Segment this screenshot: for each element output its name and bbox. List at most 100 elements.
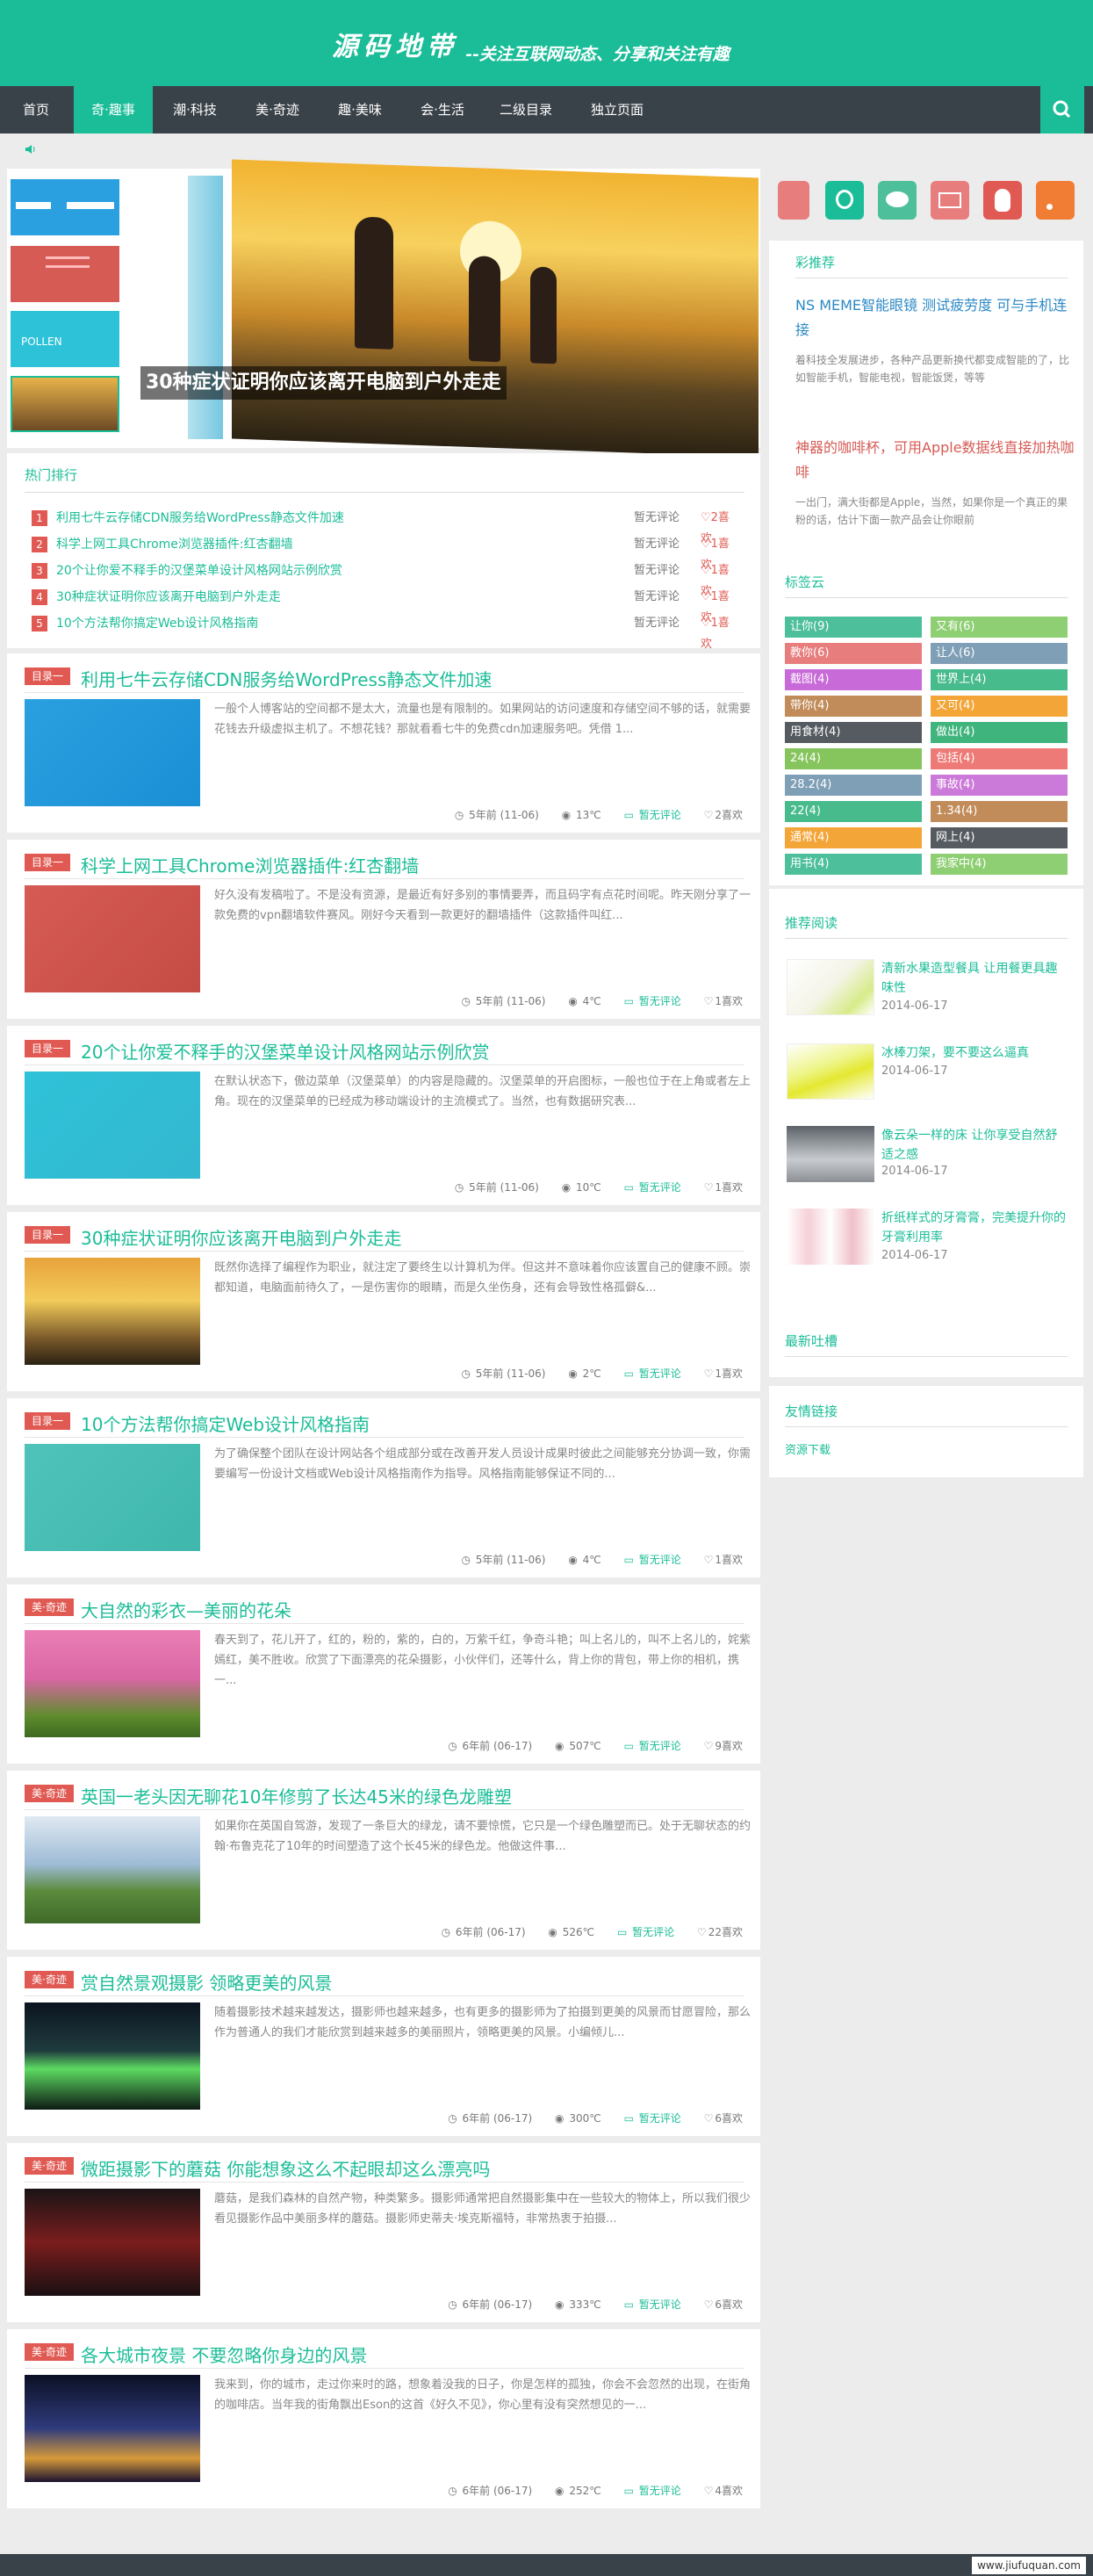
post-category-badge[interactable]: 目录一 [25, 1040, 71, 1057]
post-thumbnail[interactable] [25, 1816, 200, 1923]
heart-icon[interactable]: ♡ [704, 2112, 714, 2125]
post-card[interactable]: 美·奇迹 微距摄影下的蘑菇 你能想象这么不起眼却这么漂亮吗 蘑菇，是我们森林的自… [7, 2143, 760, 2322]
nav-item-erjimulu[interactable]: 二级目录 [485, 86, 567, 133]
site-logo[interactable]: 源码地带 [332, 25, 458, 63]
hot-item-title[interactable]: 20个让你爱不释手的汉堡菜单设计风格网站示例欣赏 [56, 560, 342, 581]
post-category-badge[interactable]: 美·奇迹 [25, 1785, 74, 1802]
post-card[interactable]: 目录一 30种症状证明你应该离开电脑到户外走走 既然你选择了编程作为职业，就注定… [7, 1212, 760, 1391]
rec-thumb[interactable] [787, 1209, 874, 1265]
nav-item-huishenghuo[interactable]: 会·生活 [402, 86, 483, 133]
post-category-badge[interactable]: 目录一 [25, 854, 71, 871]
tag-cloud-item[interactable]: 世界上(4) [931, 669, 1068, 690]
post-category-badge[interactable]: 美·奇迹 [25, 2157, 74, 2175]
heart-icon[interactable]: ♡ [704, 2485, 714, 2497]
tencent-weibo-icon[interactable] [825, 181, 864, 220]
nav-item-chaokeji[interactable]: 潮·科技 [155, 86, 235, 133]
heart-icon[interactable]: ♡ [704, 1740, 714, 1752]
tag-cloud-item[interactable]: 带你(4) [785, 696, 922, 717]
tag-cloud-item[interactable]: 做出(4) [931, 722, 1068, 743]
wechat-icon[interactable] [878, 181, 917, 220]
post-title[interactable]: 10个方法帮你搞定Web设计风格指南 [81, 1411, 370, 1436]
tag-cloud-item[interactable]: 又可(4) [931, 696, 1068, 717]
tag-cloud-item[interactable]: 又有(6) [931, 617, 1068, 638]
hot-item-title[interactable]: 10个方法帮你搞定Web设计风格指南 [56, 613, 258, 634]
post-title[interactable]: 科学上网工具Chrome浏览器插件:红杏翻墙 [81, 852, 419, 877]
rec-item-title[interactable]: 像云朵一样的床 让你享受自然舒适之感 [881, 1126, 1069, 1165]
post-title[interactable]: 赏自然景观摄影 领略更美的风景 [81, 1969, 332, 1995]
post-thumbnail[interactable] [25, 1630, 200, 1737]
post-thumbnail[interactable] [25, 2189, 200, 2296]
post-thumbnail[interactable] [25, 885, 200, 992]
post-title[interactable]: 30种症状证明你应该离开电脑到户外走走 [81, 1224, 401, 1250]
slider-thumb-hikers[interactable] [11, 376, 119, 432]
post-category-badge[interactable]: 美·奇迹 [25, 1598, 74, 1616]
rec-thumb[interactable] [787, 959, 874, 1015]
mail-icon[interactable] [931, 181, 969, 220]
post-comments[interactable]: 暂无评论 [632, 1926, 674, 1938]
tag-cloud-item[interactable]: 截图(4) [785, 669, 922, 690]
post-card[interactable]: 美·奇迹 英国一老头因无聊花10年修剪了长达45米的绿色龙雕塑 如果你在英国自驾… [7, 1771, 760, 1950]
nav-item-home[interactable]: 首页 [0, 86, 72, 133]
heart-icon[interactable]: ♡ [704, 1554, 714, 1566]
hot-item[interactable]: 5 10个方法帮你搞定Web设计风格指南 暂无评论 ♡1喜欢 [32, 613, 734, 651]
hot-item-title[interactable]: 30种症状证明你应该离开电脑到户外走走 [56, 587, 281, 608]
post-comments[interactable]: 暂无评论 [639, 1367, 681, 1380]
post-comments[interactable]: 暂无评论 [639, 1181, 681, 1194]
heart-icon[interactable]: ♡ [704, 995, 714, 1007]
hot-item[interactable]: 3 20个让你爱不释手的汉堡菜单设计风格网站示例欣赏 暂无评论 ♡1喜欢 [32, 560, 734, 598]
post-card[interactable]: 目录一 20个让你爱不释手的汉堡菜单设计风格网站示例欣赏 在默认状态下，傲边菜单… [7, 1026, 760, 1205]
search-button[interactable] [1040, 86, 1084, 133]
hot-item[interactable]: 2 科学上网工具Chrome浏览器插件:红杏翻墙 暂无评论 ♡1喜欢 [32, 534, 734, 572]
news-item-title[interactable]: NS MEME智能眼镜 测试疲劳度 可与手机连接 [795, 293, 1075, 343]
heart-icon[interactable]: ♡ [704, 809, 714, 821]
tag-cloud-item[interactable]: 教你(6) [785, 643, 922, 664]
post-thumbnail[interactable] [25, 1444, 200, 1551]
tag-cloud-item[interactable]: 让人(6) [931, 643, 1068, 664]
news-item-title[interactable]: 神器的咖啡杯，可用Apple数据线直接加热咖啡 [795, 436, 1075, 485]
tag-cloud-item[interactable]: 24(4) [785, 748, 922, 769]
post-category-badge[interactable]: 美·奇迹 [25, 2343, 74, 2361]
post-card[interactable]: 目录一 科学上网工具Chrome浏览器插件:红杏翻墙 好久没有发稿啦了。不是没有… [7, 840, 760, 1019]
post-card[interactable]: 美·奇迹 赏自然景观摄影 领略更美的风景 随着摄影技术越来越发达，摄影师也越来越… [7, 1957, 760, 2136]
post-category-badge[interactable]: 目录一 [25, 667, 71, 685]
tag-cloud-item[interactable]: 28.2(4) [785, 775, 922, 796]
qq-icon[interactable] [983, 181, 1022, 220]
heart-icon[interactable]: ♡ [704, 1181, 714, 1194]
post-thumbnail[interactable] [25, 699, 200, 806]
post-title[interactable]: 大自然的彩衣—美丽的花朵 [81, 1597, 291, 1622]
tag-cloud-item[interactable]: 包括(4) [931, 748, 1068, 769]
post-comments[interactable]: 暂无评论 [639, 995, 681, 1007]
rec-item-title[interactable]: 清新水果造型餐具 让用餐更具趣味性 [881, 959, 1069, 998]
post-title[interactable]: 英国一老头因无聊花10年修剪了长达45米的绿色龙雕塑 [81, 1783, 512, 1808]
slider-main-image[interactable] [232, 159, 759, 458]
post-thumbnail[interactable] [25, 1072, 200, 1179]
heart-icon[interactable]: ♡ [704, 2298, 714, 2311]
post-comments[interactable]: 暂无评论 [639, 1740, 681, 1752]
hot-item-title[interactable]: 利用七牛云存储CDN服务给WordPress静态文件加速 [56, 508, 344, 529]
post-title[interactable]: 各大城市夜景 不要忽略你身边的风景 [81, 2341, 367, 2367]
tag-cloud-item[interactable]: 网上(4) [931, 827, 1068, 848]
post-card[interactable]: 目录一 利用七牛云存储CDN服务给WordPress静态文件加速 一般个人博客站… [7, 653, 760, 833]
tag-cloud-item[interactable]: 让你(9) [785, 617, 922, 638]
post-thumbnail[interactable] [25, 1258, 200, 1365]
friend-link[interactable]: 资源下载 [785, 1440, 831, 1457]
tag-cloud-item[interactable]: 用书(4) [785, 854, 922, 875]
post-thumbnail[interactable] [25, 2002, 200, 2110]
post-title[interactable]: 利用七牛云存储CDN服务给WordPress静态文件加速 [81, 666, 492, 691]
post-card[interactable]: 美·奇迹 各大城市夜景 不要忽略你身边的风景 我来到，你的城市，走过你来时的路，… [7, 2329, 760, 2508]
hot-item-title[interactable]: 科学上网工具Chrome浏览器插件:红杏翻墙 [56, 534, 293, 555]
nav-item-dulimianye[interactable]: 独立页面 [569, 86, 665, 133]
slider-thumb-chrome[interactable] [11, 246, 119, 302]
post-title[interactable]: 20个让你爱不释手的汉堡菜单设计风格网站示例欣赏 [81, 1038, 489, 1064]
tag-cloud-item[interactable]: 22(4) [785, 801, 922, 822]
rec-item-title[interactable]: 折纸样式的牙膏膏，完美提升你的牙膏利用率 [881, 1209, 1069, 1247]
weibo-icon[interactable] [778, 181, 809, 220]
rec-thumb[interactable] [787, 1126, 874, 1182]
slider-caption[interactable]: 30种症状证明你应该离开电脑到户外走走 [140, 366, 507, 400]
post-comments[interactable]: 暂无评论 [639, 809, 681, 821]
heart-icon[interactable]: ♡ [697, 1926, 707, 1938]
tag-cloud-item[interactable]: 1.34(4) [931, 801, 1068, 822]
post-title[interactable]: 微距摄影下的蘑菇 你能想象这么不起眼却这么漂亮吗 [81, 2155, 490, 2181]
post-comments[interactable]: 暂无评论 [639, 2112, 681, 2125]
rec-item-title[interactable]: 冰棒刀架，要不要这么逼真 [881, 1043, 1069, 1063]
